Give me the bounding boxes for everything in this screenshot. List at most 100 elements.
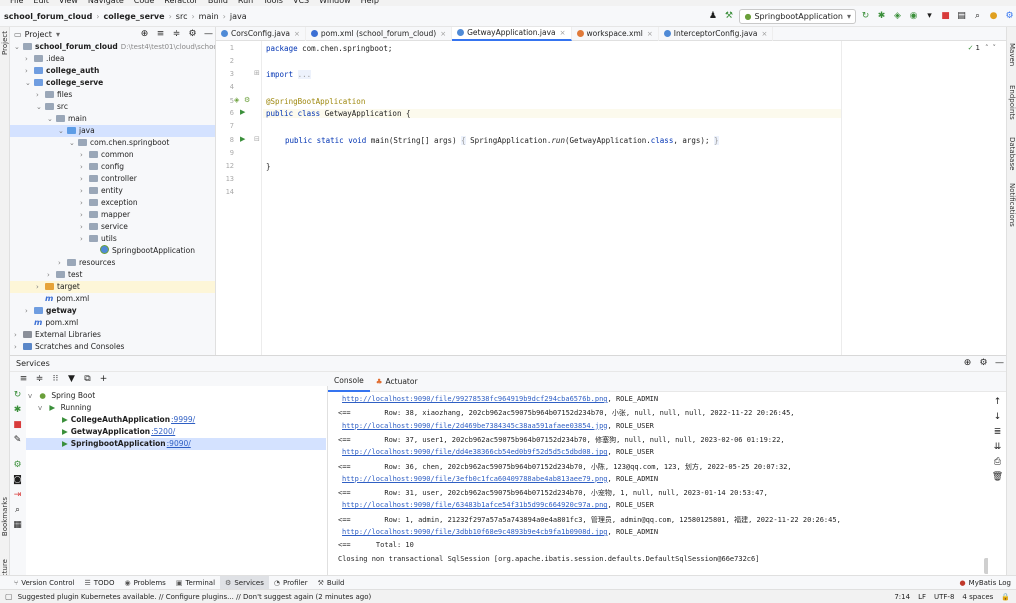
caret-position[interactable]: 7:14 [894,593,910,601]
debug-icon[interactable]: ✱ [875,10,888,23]
chevron-right-icon[interactable]: › [47,269,56,281]
rerun-icon[interactable]: ↻ [859,10,872,23]
chevron-down-icon[interactable]: ˅ [993,44,997,52]
breadcrumb-item[interactable]: college_serve [104,12,165,21]
hide-icon[interactable]: — [993,357,1006,370]
tree-node[interactable]: › utils [10,233,215,245]
chevron-right-icon[interactable]: › [25,65,34,77]
locate-icon[interactable]: ⊕ [138,28,151,41]
tab-console[interactable]: Console [328,372,370,392]
menu-item-view[interactable]: View [59,0,78,5]
tool-window-button[interactable]: ◔ Profiler [269,576,313,590]
project-panel-title[interactable]: Project [25,30,52,39]
tree-node[interactable]: ⌄ java [10,125,215,137]
tree-node[interactable]: › Scratches and Consoles [10,341,215,353]
print-icon[interactable]: ⎙ [991,456,1004,469]
chevron-right-icon[interactable]: › [14,329,23,341]
chevron-right-icon[interactable]: › [80,209,89,221]
services-root[interactable]: v ● Spring Boot [26,390,326,402]
search-icon[interactable]: ⌕ [971,10,984,23]
chevron-right-icon[interactable]: › [25,53,34,65]
collapse-all-icon[interactable]: ≑ [33,373,46,386]
tree-node[interactable]: › mapper [10,209,215,221]
chevron-right-icon[interactable]: › [80,173,89,185]
chevron-down-icon[interactable]: ⌄ [47,113,56,125]
menu-item-build[interactable]: Build [208,0,228,5]
service-app-port[interactable]: :9999/ [171,415,195,424]
close-icon[interactable]: × [560,29,566,37]
menu-item-run[interactable]: Run [238,0,253,5]
chevron-right-icon[interactable]: › [80,233,89,245]
inspection-widget[interactable]: ✓ 1 ˄ ˅ [968,44,996,52]
console-output[interactable]: http://localhost:9090/file/99278538fc964… [328,392,989,576]
exit-icon[interactable]: ⇥ [11,489,24,502]
editor-tab[interactable]: workspace.xml × [572,26,659,41]
profile-icon[interactable]: ◉ [907,10,920,23]
editor-tab[interactable]: pom.xml (school_forum_cloud) × [306,26,453,41]
arrow-up-icon[interactable]: ↑ [991,396,1004,409]
notifications-tool-button[interactable]: Notifications [1008,183,1016,227]
menu-item-navigate[interactable]: Navigate [88,0,124,5]
settings-gear-icon[interactable]: ⚙ [1003,10,1016,23]
tree-node[interactable]: › getway [10,305,215,317]
tree-node[interactable]: › controller [10,173,215,185]
tree-node[interactable]: ⌄ main [10,113,215,125]
close-icon[interactable]: × [440,30,446,38]
chevron-down-icon[interactable]: ▾ [56,30,60,39]
bookmarks-tool-button[interactable]: Bookmarks [1,497,9,536]
debug-icon[interactable]: ✱ [11,404,24,417]
chevron-right-icon[interactable]: › [80,221,89,233]
deploy-icon[interactable]: ⚙ [11,459,24,472]
chevron-right-icon[interactable]: › [36,89,45,101]
service-app[interactable]: ▶ CollegeAuthApplication:9999/ [26,414,326,426]
menu-item-vcs[interactable]: VCS [293,0,309,5]
mybatis-log-button[interactable]: ● MyBatis Log [955,576,1016,590]
filter-icon[interactable]: ▼ [65,373,78,386]
menu-item-help[interactable]: Help [361,0,379,5]
chevron-down-icon[interactable]: ⌄ [36,101,45,113]
console-link[interactable]: http://localhost:9090/file/99278538fc964… [342,395,608,403]
chevron-right-icon[interactable]: › [36,281,45,293]
close-icon[interactable]: × [647,30,653,38]
endpoints-tool-button[interactable]: Endpoints [1008,85,1016,120]
tree-node[interactable]: › External Libraries [10,329,215,341]
fold-icon[interactable]: ⊟ [254,135,260,143]
tool-window-button[interactable]: ☰ TODO [79,576,119,590]
chevron-up-icon[interactable]: ˄ [985,44,989,52]
tree-node[interactable]: › entity [10,185,215,197]
tree-node[interactable]: › .idea [10,53,215,65]
menu-item-tools[interactable]: Tools [263,0,283,5]
chevron-right-icon[interactable]: › [25,305,34,317]
rerun-icon[interactable]: ↻ [11,389,24,402]
expand-all-icon[interactable]: ≡ [154,28,167,41]
clear-trash-icon[interactable]: 🗑 [991,471,1004,484]
tree-node[interactable]: › exception [10,197,215,209]
run-configuration-select[interactable]: ● SpringbootApplication ▾ [739,8,856,24]
coverage-icon[interactable]: ◈ [891,10,904,23]
fold-icon[interactable]: ⊞ [254,69,260,77]
console-link[interactable]: http://localhost:9090/file/63483b1afce54… [342,501,608,509]
run-dashboard-icon[interactable]: ▤ [955,10,968,23]
options-gear-icon[interactable]: ⚙ [186,28,199,41]
breadcrumb-item[interactable]: src [176,12,188,21]
service-app[interactable]: ▶ GetwayApplication:5200/ [26,426,326,438]
database-tool-button[interactable]: Database [1008,137,1016,170]
chevron-right-icon[interactable]: › [80,197,89,209]
group-icon[interactable]: ⁝⁝ [49,373,62,386]
add-service-icon[interactable]: ⊕ [961,357,974,370]
chevron-right-icon[interactable]: › [80,185,89,197]
chevron-down-icon[interactable]: ⌄ [14,41,23,53]
expand-all-icon[interactable]: ≡ [17,373,30,386]
service-app-port[interactable]: :5200/ [151,427,175,436]
stop-icon[interactable]: ■ [11,419,24,432]
new-tab-icon[interactable]: ⧉ [81,373,94,386]
chevron-right-icon[interactable]: › [58,257,67,269]
options-gear-icon[interactable]: ⚙ [977,357,990,370]
tree-node[interactable]: › service [10,221,215,233]
console-link[interactable]: http://localhost:9090/file/dd4e38366cb54… [342,448,608,456]
build-hammer-icon[interactable]: ⚒ [722,10,735,23]
tool-window-button[interactable]: ⑂ Version Control [0,576,79,590]
stop-icon[interactable]: ■ [939,10,952,23]
menu-item-refactor[interactable]: Refactor [164,0,198,5]
console-link[interactable]: http://localhost:9090/file/2d469be738434… [342,422,608,430]
